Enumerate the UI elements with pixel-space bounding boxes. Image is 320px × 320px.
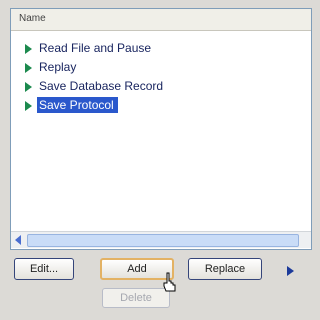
list-item-label: Read File and Pause xyxy=(39,41,152,55)
list-item[interactable]: Read File and Pause xyxy=(11,39,311,58)
arrow-right-icon[interactable] xyxy=(287,266,294,276)
triangle-right-icon xyxy=(25,101,32,111)
delete-button[interactable]: Delete xyxy=(102,288,170,308)
list-item[interactable]: Save Database Record xyxy=(11,77,311,96)
replace-button[interactable]: Replace xyxy=(188,258,262,280)
triangle-right-icon xyxy=(25,82,32,92)
name-column-header[interactable]: Name xyxy=(11,9,311,31)
triangle-right-icon xyxy=(25,44,32,54)
horizontal-scrollbar[interactable] xyxy=(11,231,311,248)
list-item-label: Save Protocol xyxy=(37,97,118,113)
triangle-right-icon xyxy=(25,63,32,73)
arrow-left-icon[interactable] xyxy=(15,235,21,245)
name-column-header-label: Name xyxy=(19,13,46,24)
actions-list-panel: Name Read File and Pause Replay Save Dat… xyxy=(10,8,312,250)
hand-pointer-icon xyxy=(163,272,176,292)
list-item[interactable]: Replay xyxy=(11,58,311,77)
edit-button[interactable]: Edit... xyxy=(14,258,74,280)
list-item-selected[interactable]: Save Protocol xyxy=(11,96,311,115)
list-item-label: Replay xyxy=(39,60,77,74)
list-item-label: Save Database Record xyxy=(39,79,164,93)
actions-list: Read File and Pause Replay Save Database… xyxy=(11,39,311,115)
scrollbar-thumb[interactable] xyxy=(27,234,299,247)
